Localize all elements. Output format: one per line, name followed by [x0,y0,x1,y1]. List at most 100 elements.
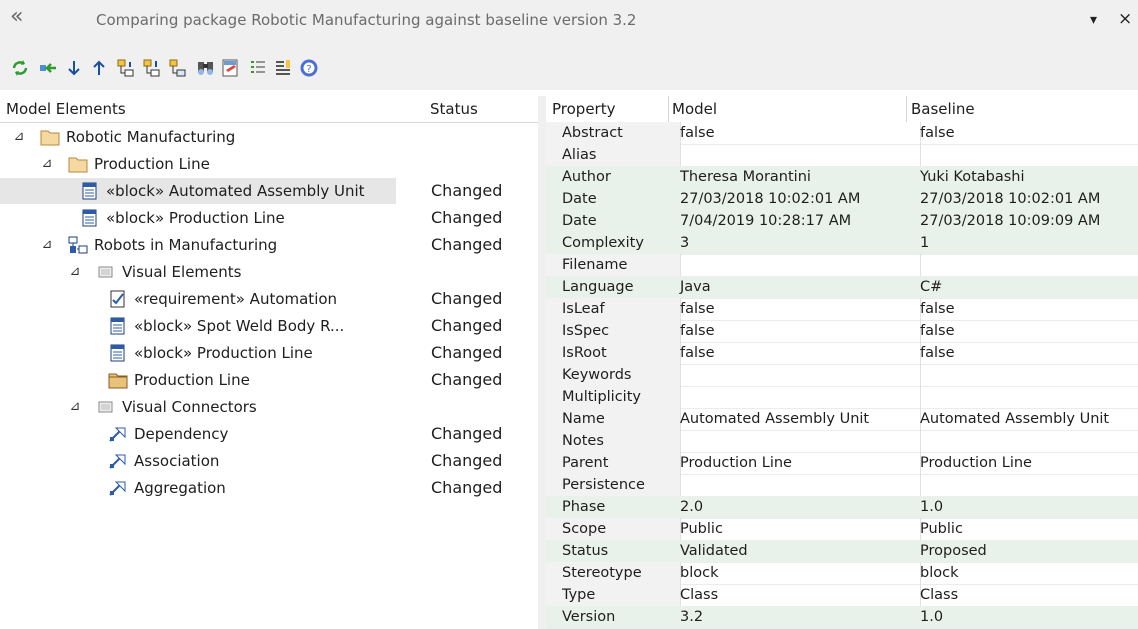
tree-row[interactable]: «block» Spot Weld Body R... Changed [0,313,538,339]
refresh-icon[interactable] [10,58,30,78]
property-name-cell: Keywords [546,364,681,387]
model-value-cell: 27/03/2018 10:02:01 AM [664,188,921,211]
group-icon [96,398,116,416]
tree-row[interactable]: Dependency Changed [0,421,538,447]
tree-row[interactable]: ⊿ Visual Elements [0,259,538,285]
property-row[interactable]: Version 3.2 1.0 [546,606,1138,629]
close-icon[interactable]: × [1118,9,1132,29]
tree-row[interactable]: «block» Production Line Changed [0,205,538,231]
tree-item-label: «block» Automated Assembly Unit [106,182,365,200]
xml-export-icon[interactable] [221,58,241,78]
find-icon[interactable] [196,58,216,78]
expand-tree-icon[interactable] [116,58,136,78]
tree-row[interactable]: ⊿ Visual Connectors [0,394,538,420]
property-name-cell: Filename [546,254,681,277]
model-value-cell: Class [664,584,921,607]
model-value-cell: 7/04/2019 10:28:17 AM [664,210,921,233]
expand-toggle-icon[interactable]: ⊿ [12,124,26,150]
property-row[interactable]: Status Validated Proposed [546,540,1138,563]
column-header-model[interactable]: Model [668,96,907,122]
arrow-up-icon[interactable] [89,58,109,78]
property-row[interactable]: Language Java C# [546,276,1138,299]
baseline-value-cell: 1 [904,232,1138,255]
property-row[interactable]: Phase 2.0 1.0 [546,496,1138,519]
property-row[interactable]: Type Class Class [546,584,1138,607]
tree-row[interactable]: ⊿ Robots in Manufacturing Changed [0,232,538,258]
property-row[interactable]: Scope Public Public [546,518,1138,541]
tree-row[interactable]: Production Line Changed [0,367,538,393]
tree-item-label: Dependency [134,425,229,443]
restore-icon[interactable] [38,58,58,78]
status-label: Changed [431,208,503,227]
filter-icon[interactable] [248,58,268,78]
property-row[interactable]: IsLeaf false false [546,298,1138,321]
property-row[interactable]: IsRoot false false [546,342,1138,365]
tree-row[interactable]: ⊿ Robotic Manufacturing [0,124,538,150]
model-value-cell [664,474,921,497]
property-row[interactable]: Notes [546,430,1138,453]
expand-toggle-icon[interactable]: ⊿ [68,259,82,285]
status-label: Changed [431,478,503,497]
baseline-value-cell: false [904,320,1138,343]
column-header-property[interactable]: Property [546,96,669,122]
model-value-cell: Validated [664,540,921,563]
property-name-cell: Persistence [546,474,681,497]
property-row[interactable]: Persistence [546,474,1138,497]
property-row[interactable]: Date 27/03/2018 10:02:01 AM 27/03/2018 10:… [546,188,1138,211]
property-name-cell: Notes [546,430,681,453]
help-icon[interactable]: ? [299,58,319,78]
baseline-value-cell: 1.0 [904,496,1138,519]
model-elements-pane: Model Elements Status ⊿ Robotic Manufactu… [0,96,542,629]
tree-row[interactable]: «block» Automated Assembly Unit Changed [0,178,502,204]
property-row[interactable]: Alias [546,144,1138,167]
property-row[interactable]: Stereotype block block [546,562,1138,585]
property-name-cell: Scope [546,518,681,541]
property-row[interactable]: Keywords [546,364,1138,387]
property-row[interactable]: Multiplicity [546,386,1138,409]
expand-toggle-icon[interactable]: ⊿ [40,232,54,258]
model-value-cell [664,364,921,387]
property-row[interactable]: Date 7/04/2019 10:28:17 AM 27/03/2018 10:0… [546,210,1138,233]
tree-row[interactable]: Association Changed [0,448,538,474]
column-header-status[interactable]: Status [426,96,542,123]
baseline-value-cell: block [904,562,1138,585]
status-label: Changed [431,181,503,200]
tree-item-label: «block» Production Line [106,209,285,227]
baseline-value-cell: false [904,342,1138,365]
tree-row[interactable]: «block» Production Line Changed [0,340,538,366]
expand-toggle-icon[interactable]: ⊿ [40,151,54,177]
property-row[interactable]: Complexity 3 1 [546,232,1138,255]
pane-splitter[interactable] [538,96,546,629]
property-row[interactable]: Filename [546,254,1138,277]
collapse-tree-icon[interactable] [142,58,162,78]
expand-toggle-icon[interactable]: ⊿ [68,394,82,420]
property-name-cell: Abstract [546,122,681,145]
model-value-cell [664,430,921,453]
baseline-value-cell [904,254,1138,277]
column-header-baseline[interactable]: Baseline [907,96,1138,122]
connector-icon [108,479,128,497]
property-row[interactable]: Abstract false false [546,122,1138,145]
model-value-cell: 2.0 [664,496,921,519]
baseline-value-cell: false [904,122,1138,145]
column-header-model-elements[interactable]: Model Elements [0,96,427,123]
tree-row[interactable]: ⊿ Production Line [0,151,538,177]
svg-text:?: ? [306,64,311,75]
collapse-panel-icon[interactable]: « [10,4,23,29]
block-icon [108,344,128,362]
title-bar: « Comparing package Robotic Manufacturin… [0,0,1138,40]
block-icon [80,182,100,200]
tree-row[interactable]: «requirement» Automation Changed [0,286,538,312]
options-icon[interactable] [273,58,293,78]
model-value-cell: false [664,298,921,321]
arrow-down-icon[interactable] [64,58,84,78]
property-row[interactable]: Name Automated Assembly Unit Automated Ass… [546,408,1138,431]
property-row[interactable]: Parent Production Line Production Line [546,452,1138,475]
group-icon [96,263,116,281]
property-row[interactable]: Author Theresa Morantini Yuki Kotabashi [546,166,1138,189]
tree-row[interactable]: Aggregation Changed [0,475,538,501]
dropdown-menu-icon[interactable]: ▾ [1090,12,1097,28]
property-row[interactable]: IsSpec false false [546,320,1138,343]
select-tree-icon[interactable] [168,58,188,78]
property-name-cell: Multiplicity [546,386,681,409]
